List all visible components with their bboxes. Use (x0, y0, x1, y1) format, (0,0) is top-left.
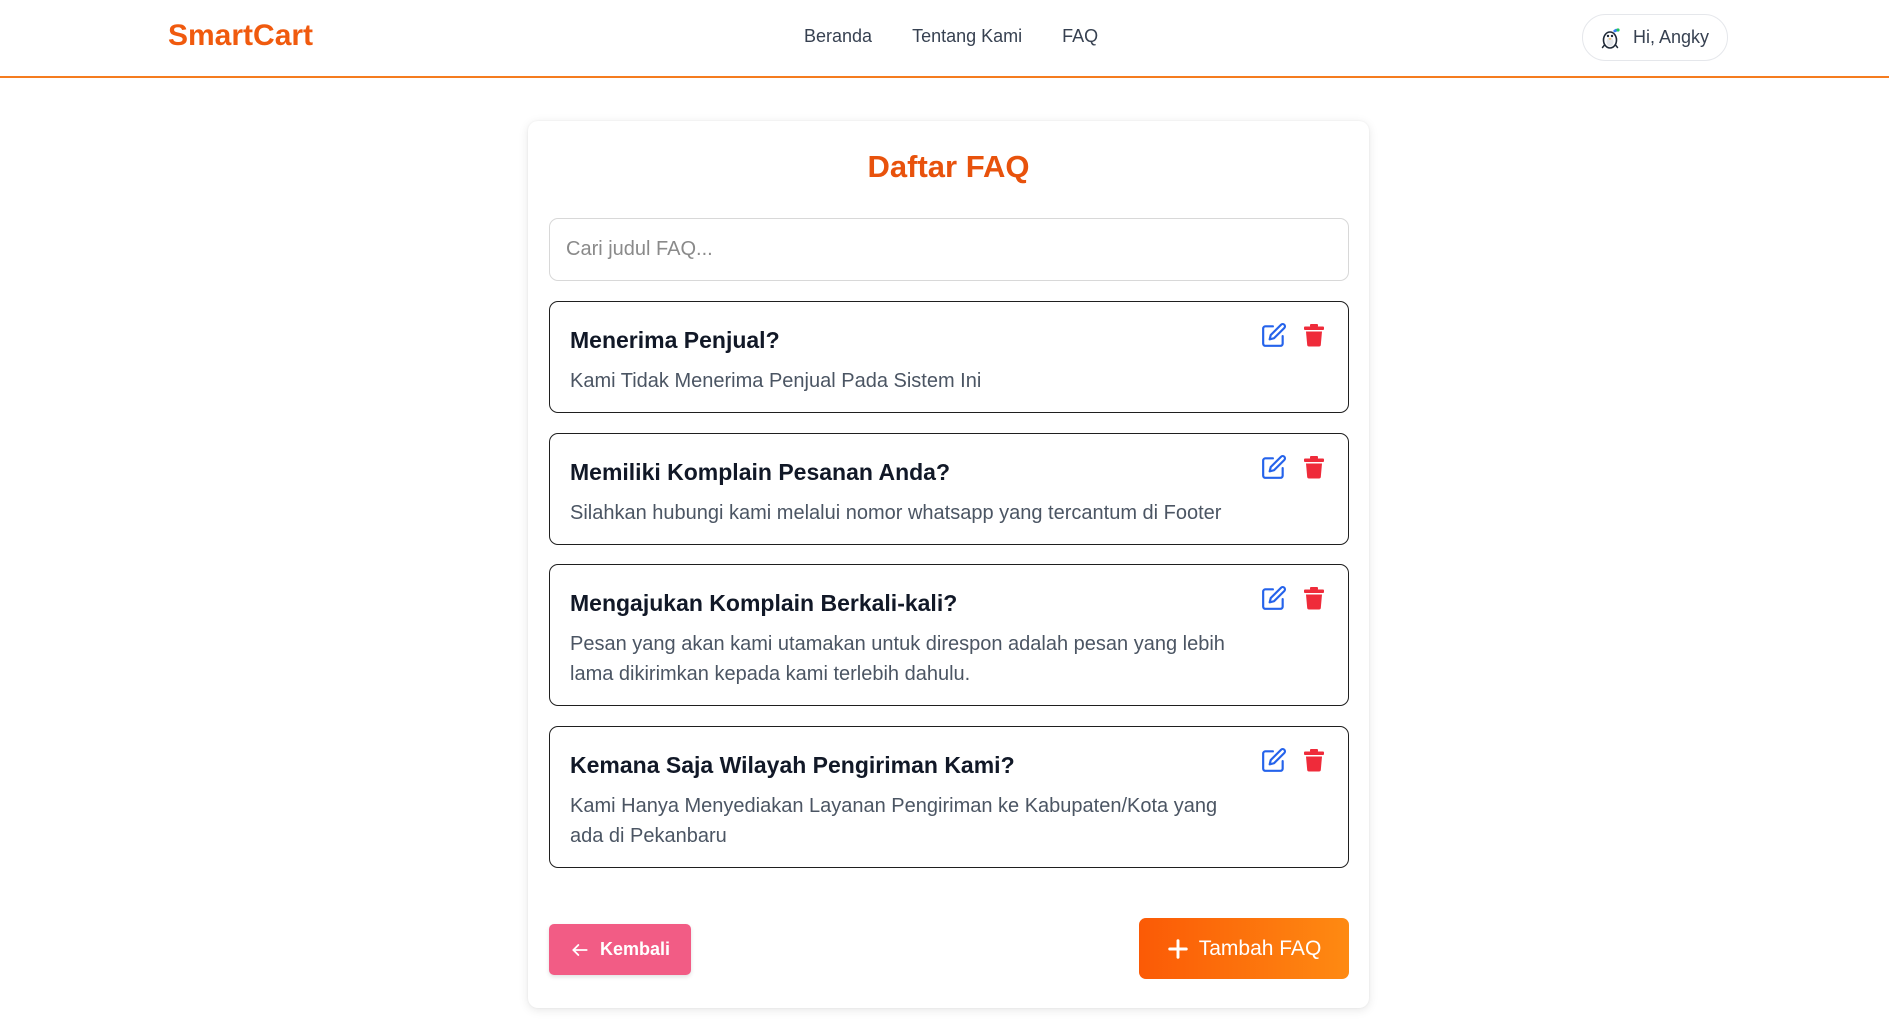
user-greeting: Hi, Angky (1633, 27, 1710, 47)
trash-icon[interactable] (1303, 748, 1325, 772)
faq-question: Memiliki Komplain Pesanan Anda? (570, 459, 951, 485)
user-avatar-icon (1599, 26, 1623, 50)
faq-question: Menerima Penjual? (570, 327, 780, 353)
edit-icon[interactable] (1261, 322, 1287, 348)
edit-icon[interactable] (1261, 585, 1287, 611)
arrow-left-icon (570, 940, 590, 960)
faq-answer: Kami Hanya Menyediakan Layanan Pengirima… (570, 795, 1218, 847)
faq-question: Mengajukan Komplain Berkali-kali? (570, 590, 958, 616)
trash-icon[interactable] (1303, 455, 1325, 479)
nav-links: Beranda Tentang Kami FAQ (804, 26, 1098, 47)
faq-answer: Kami Tidak Menerima Penjual Pada Sistem … (570, 370, 982, 392)
edit-icon[interactable] (1261, 747, 1287, 773)
add-faq-label: Tambah FAQ (1198, 936, 1322, 960)
faq-answer: Pesan yang akan kami utamakan untuk dire… (570, 633, 1225, 685)
trash-icon[interactable] (1303, 586, 1325, 610)
faq-card: Daftar FAQ Menerima Penjual? Kami Tidak … (528, 121, 1369, 1008)
faq-question: Kemana Saja Wilayah Pengiriman Kami? (570, 752, 1015, 778)
plus-icon (1167, 938, 1189, 960)
search-input[interactable] (549, 218, 1349, 281)
brand-logo[interactable]: SmartCart (168, 19, 313, 53)
edit-icon[interactable] (1261, 454, 1287, 480)
faq-item: Memiliki Komplain Pesanan Anda? Silahkan… (549, 433, 1349, 545)
navbar: SmartCart Beranda Tentang Kami FAQ Hi, A… (0, 0, 1889, 78)
user-menu-button[interactable]: Hi, Angky (1582, 14, 1728, 61)
page-title: Daftar FAQ (867, 149, 1030, 184)
faq-answer: Silahkan hubungi kami melalui nomor what… (570, 502, 1222, 524)
back-button-label: Kembali (599, 939, 671, 959)
add-faq-button[interactable]: Tambah FAQ (1139, 918, 1349, 979)
faq-item: Menerima Penjual? Kami Tidak Menerima Pe… (549, 301, 1349, 413)
faq-item: Mengajukan Komplain Berkali-kali? Pesan … (549, 564, 1349, 706)
nav-link-faq[interactable]: FAQ (1062, 26, 1098, 47)
back-button[interactable]: Kembali (549, 924, 691, 975)
nav-link-beranda[interactable]: Beranda (804, 26, 872, 47)
trash-icon[interactable] (1303, 323, 1325, 347)
faq-item: Kemana Saja Wilayah Pengiriman Kami? Kam… (549, 726, 1349, 868)
nav-link-tentang-kami[interactable]: Tentang Kami (912, 26, 1022, 47)
